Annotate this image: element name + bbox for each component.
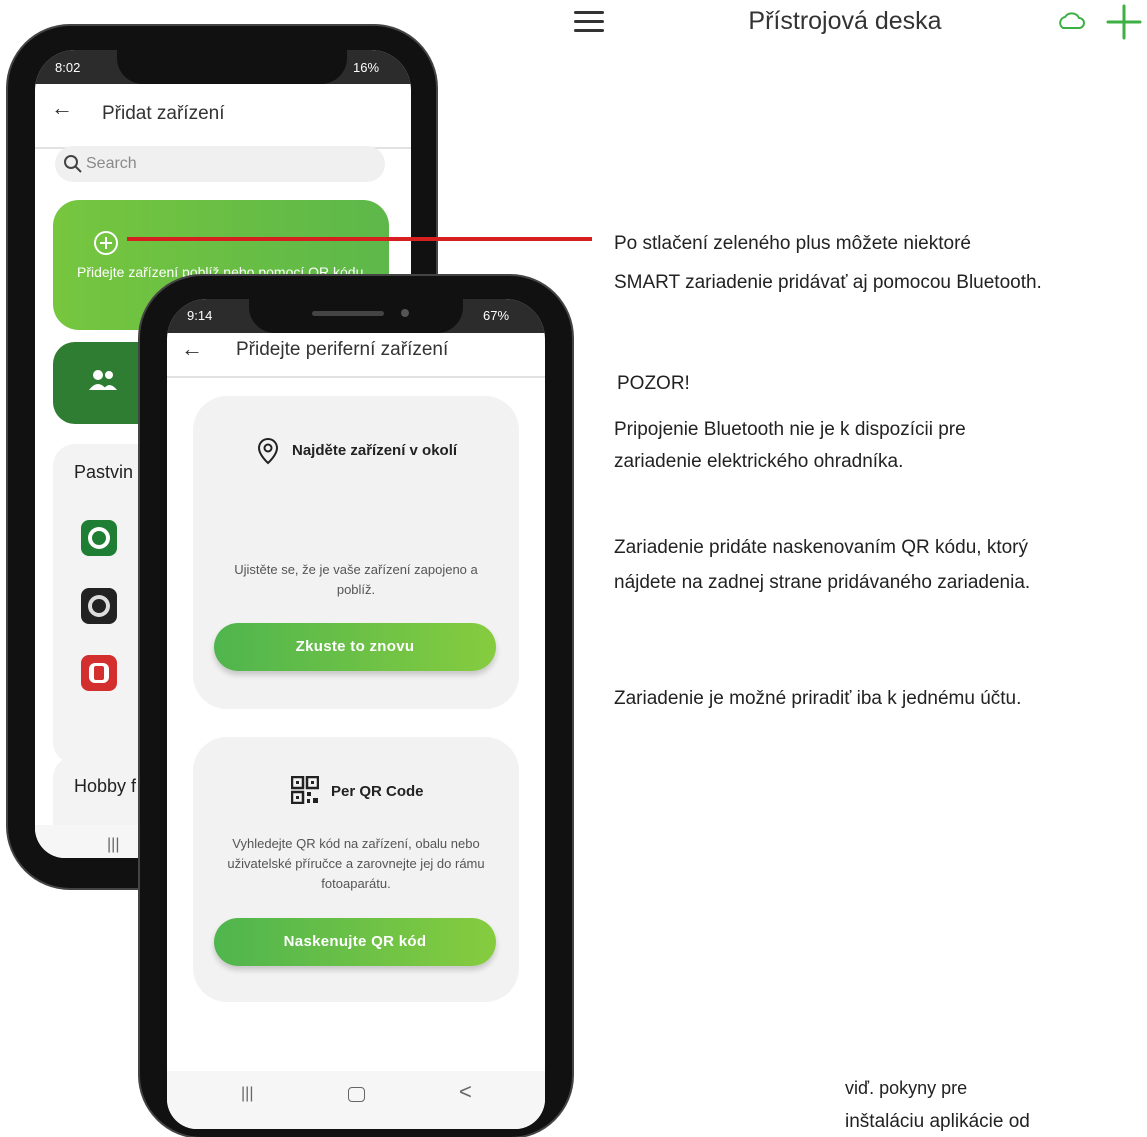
- device-icon[interactable]: [81, 588, 117, 624]
- battery-level: 67%: [483, 308, 510, 323]
- search-icon: [63, 154, 83, 179]
- battery-level: 16%: [353, 60, 380, 75]
- plus-icon[interactable]: [1105, 3, 1143, 41]
- note-line: Zariadenie pridáte naskenovaním QR kódu,…: [614, 537, 1028, 558]
- qr-text: Vyhledejte QR kód na zařízení, obalu neb…: [227, 836, 485, 891]
- recent-apps-button[interactable]: |||: [241, 1085, 253, 1103]
- scan-qr-button[interactable]: Naskenujte QR kód: [214, 918, 496, 966]
- note-line: Pripojenie Bluetooth nie je k dispozícii…: [614, 419, 966, 440]
- note-line: viď. pokyny pre: [845, 1078, 968, 1098]
- group-title: Hobby f: [74, 776, 137, 796]
- camera-lens: [401, 309, 409, 317]
- add-circle-icon: [93, 230, 119, 261]
- hamburger-menu-icon[interactable]: [572, 9, 606, 35]
- nearby-title: Najděte zařízení v okolí: [292, 442, 458, 459]
- nearby-text: Ujistěte se, že je vaše zařízení zapojen…: [234, 562, 478, 597]
- camera-notch: [249, 299, 463, 333]
- screen-title: Přidejte periferní zařízení: [236, 339, 449, 360]
- note-line: SMART zariadenie pridávať aj pomocou Blu…: [614, 272, 1042, 293]
- note-line: zariadenie elektrického ohradníka.: [614, 451, 904, 472]
- note-line: Zariadenie je možné priradiť iba k jedné…: [614, 688, 1022, 709]
- device-icon[interactable]: [81, 520, 117, 556]
- speaker-grille: [312, 311, 384, 316]
- back-nav-button[interactable]: <: [459, 1079, 472, 1105]
- recent-apps-button[interactable]: |||: [107, 836, 119, 854]
- qr-title: Per QR Code: [331, 783, 424, 800]
- warning-heading: POZOR!: [617, 373, 690, 394]
- camera-notch: [117, 50, 347, 84]
- callout-line: [127, 237, 592, 241]
- note-line: inštaláciu aplikácie od: [845, 1111, 1030, 1132]
- cloud-icon[interactable]: [1055, 8, 1087, 34]
- home-button[interactable]: [348, 1087, 365, 1102]
- status-time: 8:02: [55, 60, 81, 75]
- back-arrow-icon[interactable]: ←: [181, 336, 203, 362]
- status-time: 9:14: [187, 308, 213, 323]
- back-arrow-icon[interactable]: ←: [51, 95, 73, 121]
- users-icon: [87, 368, 119, 397]
- phone-front-screen: 9:14 67% ← Přidejte periferní zařízení N…: [167, 299, 545, 1129]
- retry-button[interactable]: Zkuste to znovu: [214, 623, 496, 671]
- location-pin-icon: [257, 437, 279, 470]
- device-icon[interactable]: [81, 655, 117, 691]
- page-title: Přístrojová deska: [748, 7, 942, 35]
- screen-title: Přidat zařízení: [102, 103, 225, 124]
- note-line: nájdete na zadnej strane pridávaného zar…: [614, 572, 1031, 593]
- qr-code-icon: [290, 775, 320, 809]
- group-title: Pastvin: [74, 462, 134, 482]
- search-placeholder: Search: [86, 155, 137, 172]
- note-line: Po stlačení zeleného plus môžete niektor…: [614, 233, 971, 254]
